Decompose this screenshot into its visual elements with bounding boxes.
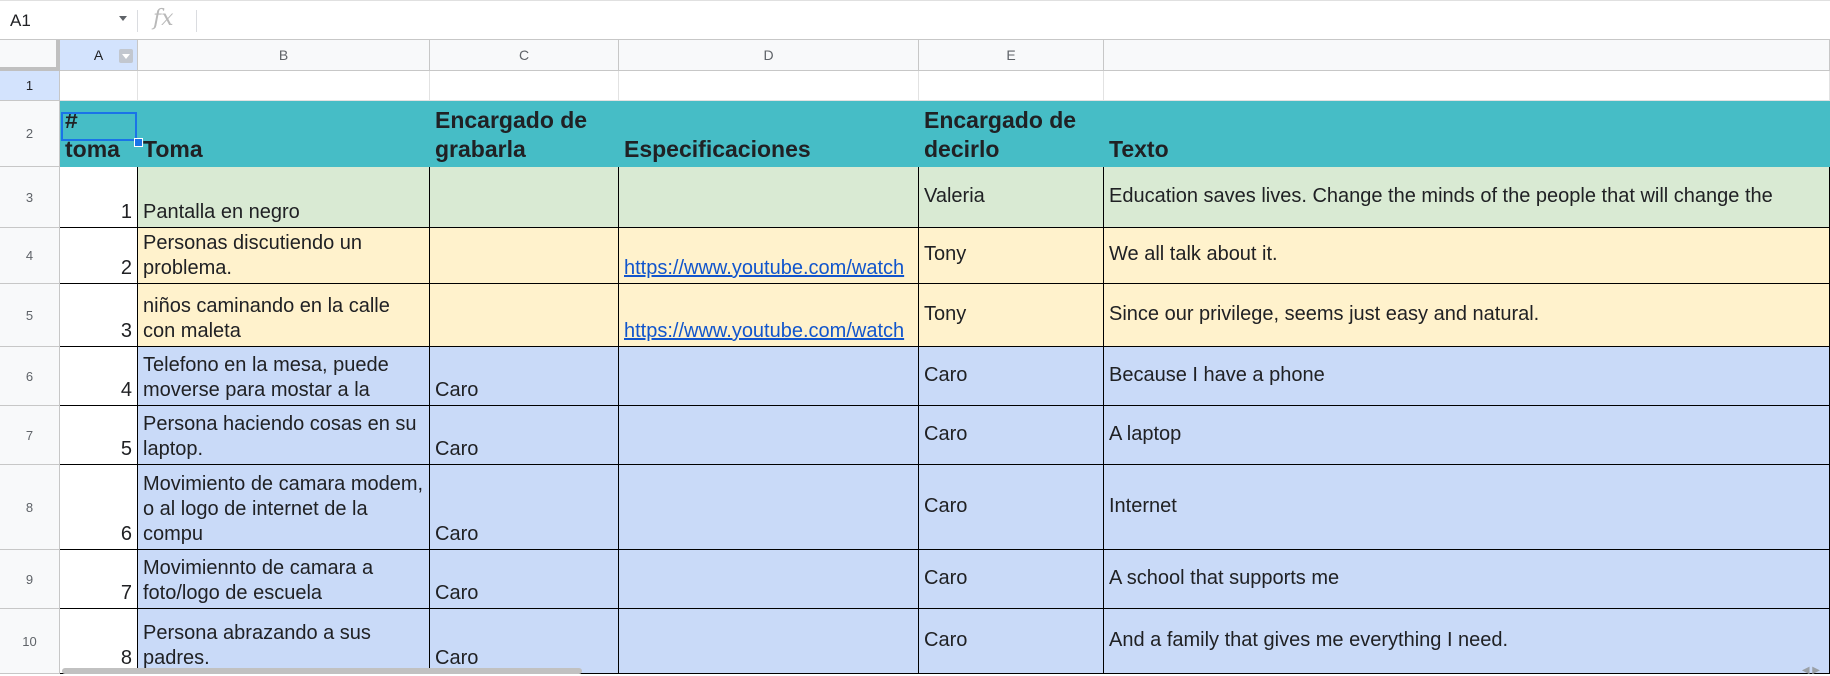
cell-grabar[interactable]: Caro: [430, 347, 619, 406]
column-header-d[interactable]: D: [619, 40, 919, 71]
cell-decir[interactable]: Caro: [919, 609, 1104, 674]
formula-bar: A1 fx: [0, 0, 1830, 40]
column-header-f[interactable]: [1104, 40, 1830, 71]
cell-d1[interactable]: [619, 71, 919, 101]
row-header-2[interactable]: 2: [0, 101, 60, 167]
column-header-a[interactable]: A: [60, 40, 138, 71]
cell-e1[interactable]: [919, 71, 1104, 101]
fill-handle[interactable]: [134, 138, 143, 147]
cell-grabar[interactable]: Caro: [430, 550, 619, 609]
cell-toma[interactable]: Persona haciendo cosas en su laptop.: [138, 406, 430, 465]
cell-texto[interactable]: Because I have a phone: [1104, 347, 1830, 406]
cell-num[interactable]: 4: [60, 347, 138, 406]
cell-grabar[interactable]: [430, 284, 619, 347]
cell-num[interactable]: 1: [60, 167, 138, 228]
divider: [196, 10, 197, 32]
cell-toma[interactable]: Movimiento de camara modem, o al logo de…: [138, 465, 430, 550]
cell-decir[interactable]: Caro: [919, 406, 1104, 465]
select-all-corner[interactable]: [0, 40, 60, 71]
cell-toma[interactable]: Pantalla en negro: [138, 167, 430, 228]
cell-toma[interactable]: Persona abrazando a sus padres.: [138, 609, 430, 674]
cell-spec[interactable]: [619, 550, 919, 609]
cell-decir[interactable]: Caro: [919, 550, 1104, 609]
header-cell-encargado-decirlo[interactable]: Encargado de decirlo: [919, 101, 1104, 167]
chevron-down-icon[interactable]: [119, 49, 133, 63]
header-cell-texto[interactable]: Texto: [1104, 101, 1830, 167]
fx-icon: fx: [153, 6, 174, 31]
spreadsheet-grid: A B C D E 1 2 3 4 5 6 7 8 9 10 # toma To…: [0, 40, 1830, 674]
cell-texto[interactable]: Since our privilege, seems just easy and…: [1104, 284, 1830, 347]
cell-spec[interactable]: [619, 347, 919, 406]
cell-num[interactable]: 8: [60, 609, 138, 674]
formula-input[interactable]: [200, 7, 1800, 35]
header-cell-especificaciones[interactable]: Especificaciones: [619, 101, 919, 167]
row-header-10[interactable]: 10: [0, 609, 60, 674]
cell-spec[interactable]: [619, 609, 919, 674]
cell-spec-link[interactable]: https://www.youtube.com/watch: [619, 284, 919, 347]
header-cell-toma[interactable]: Toma: [138, 101, 430, 167]
cell-toma[interactable]: Telefono en la mesa, puede moverse para …: [138, 347, 430, 406]
cell-texto[interactable]: We all talk about it.: [1104, 228, 1830, 284]
cell-f1[interactable]: [1104, 71, 1830, 101]
horizontal-scrollbar[interactable]: [62, 668, 582, 674]
cell-grabar[interactable]: [430, 228, 619, 284]
cell-texto[interactable]: Education saves lives. Change the minds …: [1104, 167, 1830, 228]
cell-spec[interactable]: [619, 167, 919, 228]
cell-spec[interactable]: [619, 465, 919, 550]
cell-grabar[interactable]: Caro: [430, 465, 619, 550]
row-header-3[interactable]: 3: [0, 167, 60, 228]
row-header-6[interactable]: 6: [0, 347, 60, 406]
cell-decir[interactable]: Caro: [919, 347, 1104, 406]
cell-toma[interactable]: niños caminando en la calle con maleta: [138, 284, 430, 347]
row-header-1[interactable]: 1: [0, 71, 60, 101]
scroll-arrows-icon[interactable]: ◀ ▶: [1802, 665, 1820, 676]
header-cell-encargado-grabarla[interactable]: Encargado de grabarla: [430, 101, 619, 167]
cell-toma[interactable]: Movimiennto de camara a foto/logo de esc…: [138, 550, 430, 609]
cell-decir[interactable]: Valeria: [919, 167, 1104, 228]
cell-texto[interactable]: A laptop: [1104, 406, 1830, 465]
cell-b1[interactable]: [138, 71, 430, 101]
cell-a1[interactable]: [60, 71, 138, 101]
cell-num[interactable]: 2: [60, 228, 138, 284]
row-header-7[interactable]: 7: [0, 406, 60, 465]
cell-texto[interactable]: Internet: [1104, 465, 1830, 550]
cell-spec[interactable]: [619, 406, 919, 465]
divider: [137, 10, 138, 32]
row-header-4[interactable]: 4: [0, 228, 60, 284]
name-box[interactable]: A1: [0, 7, 136, 35]
row-header-5[interactable]: 5: [0, 284, 60, 347]
name-box-dropdown-icon[interactable]: [119, 16, 127, 21]
column-header-b[interactable]: B: [138, 40, 430, 71]
cell-grabar[interactable]: Caro: [430, 406, 619, 465]
header-cell-num[interactable]: # toma: [60, 101, 138, 167]
cell-decir[interactable]: Tony: [919, 228, 1104, 284]
cell-spec-link[interactable]: https://www.youtube.com/watch: [619, 228, 919, 284]
cell-num[interactable]: 3: [60, 284, 138, 347]
cell-toma[interactable]: Personas discutiendo un problema.: [138, 228, 430, 284]
column-label: A: [93, 47, 104, 63]
cell-grabar[interactable]: [430, 167, 619, 228]
cell-num[interactable]: 5: [60, 406, 138, 465]
cell-num[interactable]: 7: [60, 550, 138, 609]
row-header-9[interactable]: 9: [0, 550, 60, 609]
cell-num[interactable]: 6: [60, 465, 138, 550]
cell-decir[interactable]: Caro: [919, 465, 1104, 550]
column-header-c[interactable]: C: [430, 40, 619, 71]
cell-grabar[interactable]: Caro: [430, 609, 619, 674]
column-header-e[interactable]: E: [919, 40, 1104, 71]
cell-texto[interactable]: And a family that gives me everything I …: [1104, 609, 1830, 674]
row-header-8[interactable]: 8: [0, 465, 60, 550]
cell-decir[interactable]: Tony: [919, 284, 1104, 347]
cell-c1[interactable]: [430, 71, 619, 101]
cell-texto[interactable]: A school that supports me: [1104, 550, 1830, 609]
